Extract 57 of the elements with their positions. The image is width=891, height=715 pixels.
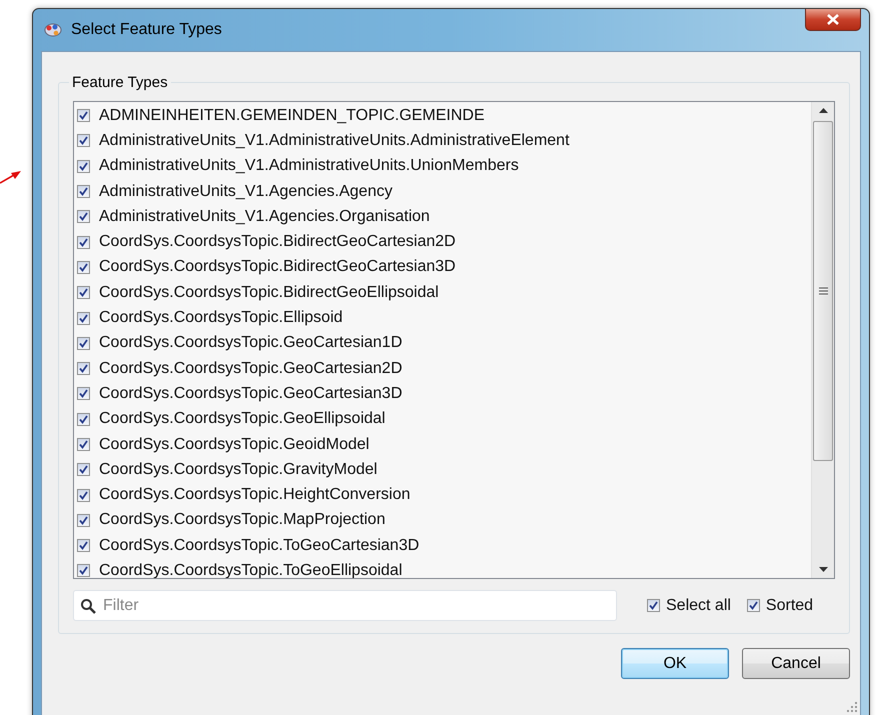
feature-type-label: AdministrativeUnits_V1.AdministrativeUnits.UnionMembers bbox=[99, 157, 519, 176]
feature-type-label: CoordSys.CoordsysTopic.MapProjection bbox=[99, 511, 386, 530]
feature-type-label: AdministrativeUnits_V1.Agencies.Organisation bbox=[99, 208, 430, 226]
feature-type-label: CoordSys.CoordsysTopic.BidirectGeoCartesian3D bbox=[99, 258, 456, 276]
checkbox[interactable] bbox=[77, 564, 90, 578]
checkbox[interactable] bbox=[77, 109, 90, 122]
close-icon bbox=[827, 14, 839, 25]
feature-type-label: CoordSys.CoordsysTopic.BidirectGeoCartesian2D bbox=[99, 233, 456, 252]
checkbox[interactable] bbox=[77, 514, 90, 527]
checkbox[interactable] bbox=[77, 210, 90, 224]
window-title: Select Feature Types bbox=[71, 21, 222, 39]
cancel-button[interactable]: Cancel bbox=[742, 648, 850, 679]
checkbox[interactable] bbox=[77, 236, 90, 249]
checkbox[interactable] bbox=[77, 412, 90, 426]
feature-type-label: ADMINEINHEITEN.GEMEINDEN_TOPIC.GEMEINDE bbox=[99, 106, 485, 125]
checkbox[interactable] bbox=[77, 312, 90, 325]
checkbox[interactable] bbox=[77, 286, 90, 300]
option-label: Sorted bbox=[766, 596, 814, 614]
checkbox[interactable] bbox=[77, 488, 90, 502]
grip-icon bbox=[818, 287, 828, 295]
scroll-down-icon[interactable] bbox=[818, 567, 828, 572]
feature-type-label: CoordSys.CoordsysTopic.GeoCartesian1D bbox=[99, 334, 402, 352]
checkbox[interactable] bbox=[746, 599, 760, 612]
feature-type-label: CoordSys.CoordsysTopic.GeoEllipsoidal bbox=[99, 410, 386, 428]
checkbox[interactable] bbox=[77, 539, 90, 552]
feature-type-label: CoordSys.CoordsysTopic.ToGeoCartesian3D bbox=[99, 536, 420, 555]
feature-type-label: CoordSys.CoordsysTopic.Ellipsoid bbox=[99, 309, 343, 328]
feature-type-label: CoordSys.CoordsysTopic.GeoCartesian3D bbox=[99, 384, 402, 403]
scroll-thumb[interactable] bbox=[813, 121, 833, 461]
checkbox[interactable] bbox=[77, 463, 90, 476]
scrollbar[interactable] bbox=[811, 102, 834, 578]
scroll-up-icon[interactable] bbox=[818, 108, 828, 113]
checkbox[interactable] bbox=[77, 336, 90, 350]
checkbox[interactable] bbox=[77, 387, 90, 400]
app-icon bbox=[43, 21, 63, 39]
group-title: Feature Types bbox=[71, 74, 169, 91]
checkbox[interactable] bbox=[77, 134, 90, 148]
checkbox[interactable] bbox=[77, 362, 90, 376]
checkbox[interactable] bbox=[77, 260, 90, 274]
checkbox[interactable] bbox=[77, 160, 90, 173]
arrow-icon bbox=[0, 170, 22, 184]
feature-type-label: AdministrativeUnits_V1.AdministrativeUnits.AdministrativeElement bbox=[99, 132, 570, 150]
feature-type-label: CoordSys.CoordsysTopic.GeoCartesian2D bbox=[99, 360, 402, 378]
ok-button[interactable]: OK bbox=[621, 648, 729, 679]
checkbox[interactable] bbox=[77, 438, 90, 451]
option-label: Select all bbox=[666, 596, 731, 614]
feature-type-label: AdministrativeUnits_V1.Agencies.Agency bbox=[99, 182, 392, 201]
filter-field[interactable]: Filter bbox=[73, 590, 617, 621]
feature-type-label: CoordSys.CoordsysTopic.GeoidModel bbox=[99, 436, 370, 454]
feature-type-label: CoordSys.CoordsysTopic.HeightConversion bbox=[99, 486, 410, 504]
feature-type-label: CoordSys.CoordsysTopic.BidirectGeoEllipsoidal bbox=[99, 284, 439, 302]
checkbox[interactable] bbox=[647, 599, 660, 612]
feature-type-label: CoordSys.CoordsysTopic.GravityModel bbox=[99, 460, 378, 479]
feature-type-label: CoordSys.CoordsysTopic.ToGeoEllipsoidal bbox=[99, 562, 402, 578]
checkbox[interactable] bbox=[77, 185, 90, 198]
close-button[interactable] bbox=[805, 9, 861, 31]
resize-grip-icon bbox=[847, 702, 857, 712]
